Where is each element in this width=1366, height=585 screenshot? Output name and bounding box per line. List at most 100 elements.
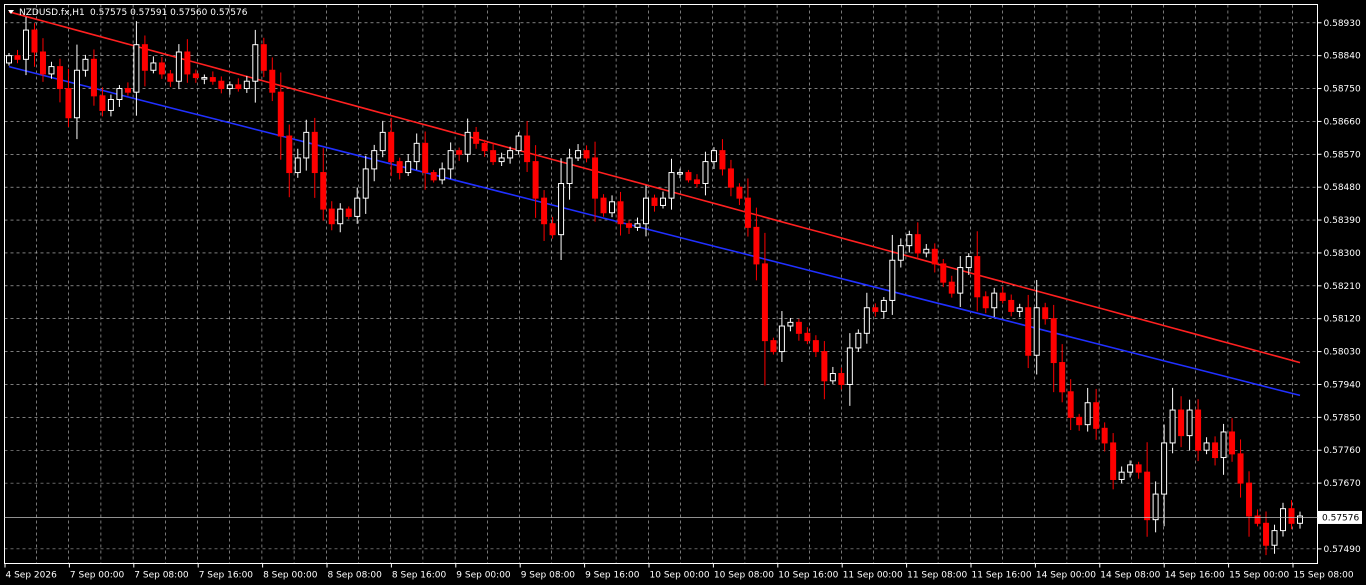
candle-body [617,201,624,225]
candle-body [294,157,301,174]
y-tick-label: 0.58930 [1324,19,1361,29]
candle-body [141,44,148,71]
candle-body [243,80,250,90]
candle-body [532,161,539,199]
candle-body [167,73,174,82]
price-chart[interactable]: 0.58930 0.58840 0.58750 0.58660 0.58570 0.584… [0,0,1366,585]
candle-body [829,373,836,382]
candle-body [889,259,896,301]
candle-body [676,172,683,175]
x-tick-label: 9 Sep 16:00 [585,571,640,581]
candle-body [668,172,675,199]
candle-body [260,44,267,71]
y-tick-label: 0.58120 [1324,315,1361,325]
candle-body [252,44,259,82]
candle-body [184,51,191,75]
candle-body [490,150,497,163]
candle-body [1280,508,1287,532]
y-tick-label: 0.58210 [1324,282,1361,292]
candle-body [354,197,361,217]
candle-body [812,340,819,353]
candle-body [1186,409,1193,437]
candle-body [838,373,845,385]
candle-body [1110,442,1117,480]
candle-body [965,256,972,269]
candle-body [999,292,1006,301]
candle-body [439,168,446,181]
candle-body [736,186,743,199]
candle-body [982,296,989,309]
candle-body [1101,427,1108,444]
candle-body [473,131,480,144]
candle-body [626,223,633,228]
y-tick-label: 0.57760 [1324,446,1361,456]
candle-body [1203,442,1210,451]
x-tick-label: 7 Sep 08:00 [134,571,189,581]
candle-body [1263,522,1270,546]
y-tick-label: 0.58660 [1324,117,1361,127]
candle-body [498,157,505,163]
candle-body [1212,442,1219,459]
candle-body [906,234,913,247]
candle-body [116,88,123,100]
candle-body [235,84,242,90]
x-tick-label: 15 Sep 08:00 [1294,571,1354,581]
candle-body [693,179,700,185]
candle-body [787,321,794,327]
candle-body [575,150,582,159]
candle-body [1178,409,1185,437]
x-tick-label: 4 Sep 2026 [6,571,58,581]
candle-body [1152,493,1159,521]
candle-body [1135,464,1142,473]
ohlc-values: 0.57575 0.57591 0.57560 0.57576 [90,8,248,18]
candle-body [872,307,879,312]
candle-body [320,172,327,210]
candle-body [659,197,666,206]
candle-body [880,299,887,312]
candle-body [31,29,38,53]
candle-body [795,321,802,334]
candle-body [396,161,403,174]
candle-body [1084,402,1091,426]
candle-body [974,256,981,298]
candle-body [413,142,420,163]
candle-body [464,131,471,155]
x-tick-label: 8 Sep 08:00 [328,571,383,581]
candle-body [1271,530,1278,546]
candle-body [48,66,55,75]
candle-body [56,66,63,90]
candle-body [14,55,21,60]
y-tick-label: 0.57940 [1324,380,1361,390]
y-tick-label: 0.57490 [1324,545,1361,555]
candle-body [846,347,853,385]
candle-body [583,150,590,159]
candle-body [592,157,599,199]
candle-body [744,197,751,228]
x-tick-label: 10 Sep 00:00 [650,571,710,581]
candle-body [107,98,114,111]
candle-body [337,208,344,225]
candle-body [22,29,29,60]
y-tick-label: 0.58390 [1324,216,1361,226]
candle-body [1025,307,1032,356]
candle-body [609,201,616,214]
candle-body [1059,362,1066,393]
y-tick-label: 0.58840 [1324,52,1361,62]
candle-body [855,332,862,349]
candle-body [957,267,964,294]
candle-body [1161,442,1168,495]
candle-body [1042,307,1049,320]
candle-body [940,263,947,283]
candle-body [778,325,785,353]
candle-body [1076,416,1083,426]
candle-body [1127,464,1134,473]
symbol-timeframe: NZDUSD.fx,H1 [19,8,85,18]
candle-body [1067,391,1074,418]
candle-body [702,161,709,185]
x-tick-label: 7 Sep 16:00 [199,571,254,581]
candle-body [1237,453,1244,484]
x-tick-label: 8 Sep 00:00 [263,571,318,581]
candle-body [923,248,930,254]
y-tick-label: 0.58750 [1324,85,1361,95]
candle-body [447,150,454,170]
